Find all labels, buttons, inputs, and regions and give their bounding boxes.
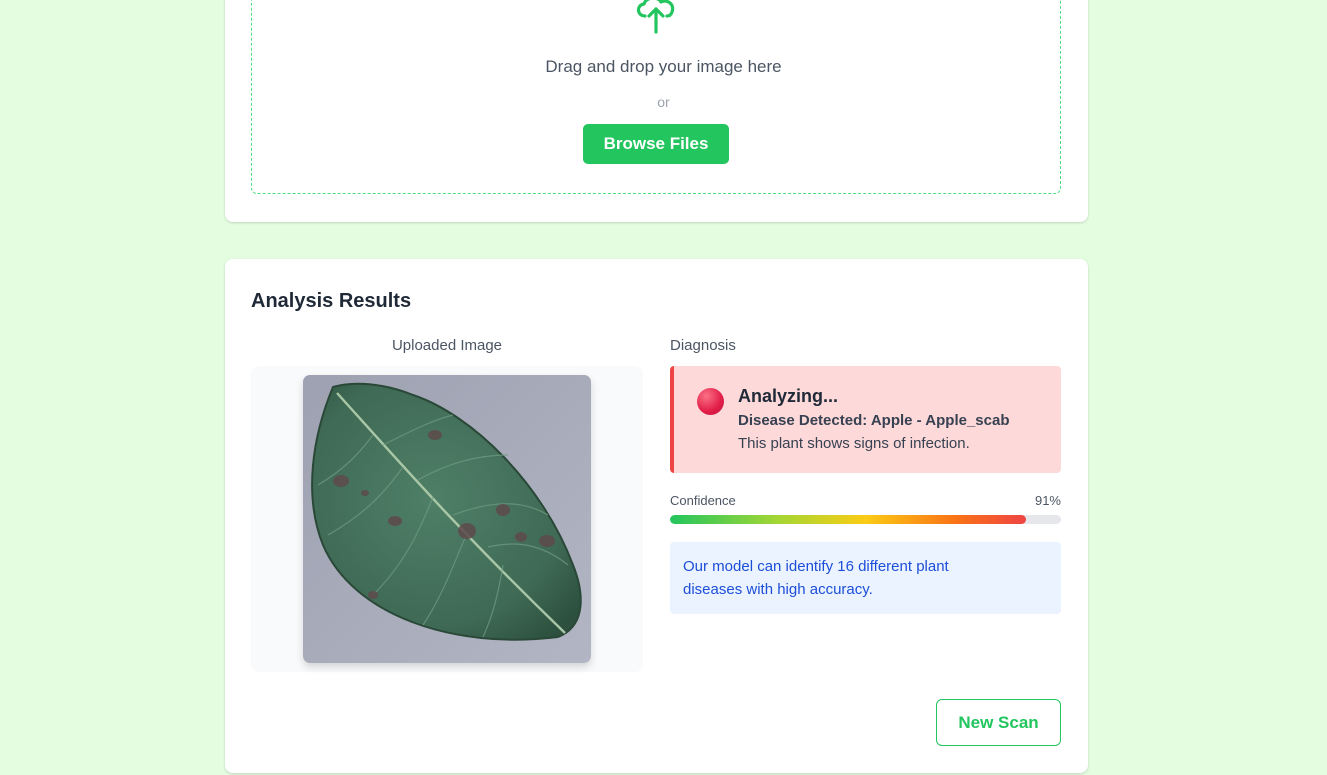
disease-detected-text: Disease Detected: Apple - Apple_scab: [738, 412, 1010, 429]
status-title: Analyzing...: [738, 386, 839, 406]
or-separator: or: [657, 94, 670, 110]
results-card: Analysis Results Uploaded Image Diagnosi…: [225, 259, 1088, 773]
confidence-value: 91%: [1034, 493, 1061, 508]
info-box: Our model can identify 16 different plan…: [670, 542, 1061, 614]
status-indicator-icon: [697, 388, 724, 415]
confidence-label: Confidence: [670, 493, 736, 508]
uploaded-leaf-image: [303, 375, 591, 663]
browse-files-button[interactable]: Browse Files: [583, 124, 729, 164]
confidence-bar-fill: [670, 515, 1026, 524]
results-title: Analysis Results: [251, 290, 412, 312]
infection-message: This plant shows signs of infection.: [738, 435, 970, 452]
diagnosis-label: Diagnosis: [670, 337, 736, 354]
image-preview-frame: [251, 366, 643, 672]
uploaded-image-label: Uploaded Image: [391, 337, 503, 354]
dropzone-instructions: Drag and drop your image here: [545, 57, 782, 76]
cloud-upload-icon: [636, 0, 675, 34]
new-scan-button[interactable]: New Scan: [936, 699, 1061, 746]
confidence-bar: [670, 515, 1061, 524]
info-text: Our model can identify 16 different plan…: [683, 558, 949, 598]
diagnosis-alert: Analyzing... Disease Detected: Apple - A…: [670, 366, 1061, 473]
